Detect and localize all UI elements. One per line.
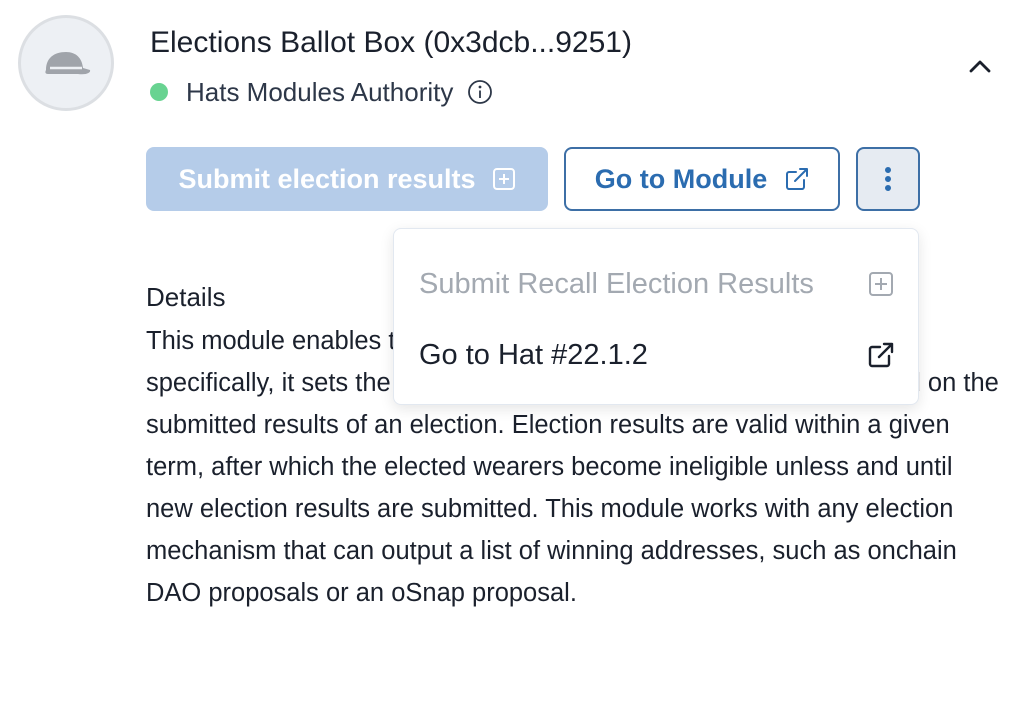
menu-item-submit-recall[interactable]: Submit Recall Election Results (419, 258, 894, 310)
more-options-button[interactable] (856, 147, 920, 211)
submit-election-results-button[interactable]: Submit election results (146, 147, 548, 211)
collapse-button[interactable] (963, 52, 997, 80)
kebab-vertical-icon (885, 167, 891, 191)
external-link-icon (868, 342, 894, 368)
plus-square-icon (869, 272, 893, 296)
more-options-menu: Submit Recall Election Results Go to Hat… (393, 228, 919, 405)
hat-icon (45, 52, 91, 75)
module-avatar (18, 15, 114, 111)
submit-button-label: Submit election results (178, 163, 476, 194)
details-heading: Details (146, 282, 226, 312)
menu-item-label: Go to Hat #22.1.2 (419, 338, 648, 371)
status-dot (150, 83, 168, 101)
menu-item-label: Submit Recall Election Results (419, 267, 814, 300)
chevron-up-icon (969, 60, 991, 73)
plus-square-icon (492, 168, 515, 190)
authority-label: Hats Modules Authority (186, 76, 454, 107)
module-title: Elections Ballot Box (0x3dcb...9251) (150, 26, 632, 59)
go-to-module-button[interactable]: Go to Module (564, 147, 840, 211)
go-to-module-label: Go to Module (594, 163, 768, 194)
authority-row: Hats Modules Authority (150, 74, 493, 110)
external-link-icon (786, 168, 809, 190)
menu-item-go-to-hat[interactable]: Go to Hat #22.1.2 (419, 329, 894, 381)
info-icon[interactable] (467, 79, 493, 105)
